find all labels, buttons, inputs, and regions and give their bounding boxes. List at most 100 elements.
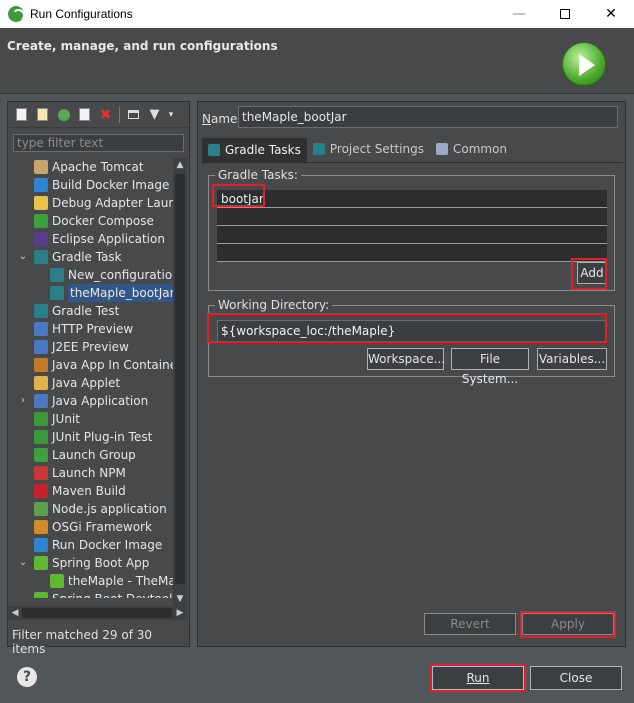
scroll-right-icon[interactable]: ▶: [173, 606, 187, 620]
tree-item[interactable]: HTTP Preview: [8, 320, 173, 338]
tree-item[interactable]: Java App In Container: [8, 356, 173, 374]
tree-item-label: Docker Compose: [52, 214, 154, 228]
export-icon: [57, 108, 70, 121]
tree-item[interactable]: Java Applet: [8, 374, 173, 392]
docker-build-icon: [34, 178, 48, 192]
task-row[interactable]: [217, 226, 607, 244]
configuration-tree: Apache Tomcat Build Docker Image Debug Ada…: [8, 158, 173, 598]
tree-item-label: Node.js application: [52, 502, 167, 516]
tab-project-settings[interactable]: Project Settings: [307, 138, 430, 160]
eclipse-icon: [34, 232, 48, 246]
osgi-icon: [34, 520, 48, 534]
gradle-tasks-icon: [208, 144, 220, 156]
close-window-button[interactable]: ✕: [588, 0, 634, 28]
name-label-mnemonic: N: [202, 112, 211, 126]
gradle-icon: [50, 286, 64, 300]
task-row[interactable]: [217, 208, 607, 226]
tree-item[interactable]: JUnit Plug-in Test: [8, 428, 173, 446]
tree-item[interactable]: J2EE Preview: [8, 338, 173, 356]
task-row[interactable]: bootJar: [217, 190, 607, 208]
run-button[interactable]: Run: [432, 666, 524, 690]
scrollbar-thumb[interactable]: [175, 174, 185, 584]
new-configuration-button[interactable]: [12, 105, 31, 124]
chevron-down-icon[interactable]: ⌄: [18, 248, 28, 266]
new-prototype-button[interactable]: [33, 105, 52, 124]
task-row[interactable]: [217, 244, 607, 262]
tree-item[interactable]: JUnit: [8, 410, 173, 428]
close-icon: ✕: [605, 6, 617, 22]
collapse-all-button[interactable]: [124, 105, 143, 124]
tree-item[interactable]: OSGi Framework: [8, 518, 173, 536]
filter-input[interactable]: [13, 134, 184, 152]
tree-item[interactable]: theMaple - TheMaple: [8, 572, 173, 590]
tree-item[interactable]: Build Docker Image: [8, 176, 173, 194]
gradle-tasks-list[interactable]: bootJar: [217, 190, 607, 262]
help-icon[interactable]: ?: [17, 667, 37, 687]
tree-item-label: Java App In Container: [52, 358, 173, 372]
tree-item[interactable]: Node.js application: [8, 500, 173, 518]
tree-item[interactable]: Launch Group: [8, 446, 173, 464]
gradle-tasks-group-title: Gradle Tasks:: [215, 168, 301, 182]
close-button[interactable]: Close: [530, 666, 622, 690]
tree-item[interactable]: Debug Adapter Launch: [8, 194, 173, 212]
scroll-left-icon[interactable]: ◀: [8, 606, 22, 620]
editor-tabs: Gradle Tasks Project Settings Common: [202, 138, 513, 162]
tab-gradle-tasks[interactable]: Gradle Tasks: [202, 138, 307, 162]
duplicate-icon: [79, 108, 90, 121]
delete-icon: ✖: [99, 106, 112, 123]
tree-item-label: Maven Build: [52, 484, 126, 498]
export-configuration-button[interactable]: [54, 105, 73, 124]
scroll-down-icon[interactable]: ▼: [173, 592, 187, 606]
tree-item[interactable]: ⌄ Gradle Task: [8, 248, 173, 266]
add-task-button[interactable]: Add: [577, 262, 607, 284]
minimize-button[interactable]: —: [496, 0, 542, 28]
tree-item-label: Gradle Task: [52, 250, 122, 264]
tree-item[interactable]: Launch NPM: [8, 464, 173, 482]
tree-item[interactable]: Docker Compose: [8, 212, 173, 230]
tree-item[interactable]: New_configuration: [8, 266, 173, 284]
tree-item-label: theMaple - TheMaple: [68, 574, 173, 588]
tab-label: Project Settings: [329, 142, 424, 156]
tree-item[interactable]: Spring Boot Devtools: [8, 590, 173, 598]
tree-vertical-scrollbar[interactable]: ▲ ▼: [173, 158, 187, 606]
tab-common[interactable]: Common: [430, 138, 513, 160]
tree-item-label: theMaple_bootJar: [68, 284, 173, 302]
delete-configuration-button[interactable]: ✖: [96, 105, 115, 124]
maximize-button[interactable]: [542, 0, 588, 28]
working-directory-group: Working Directory: ${workspace_loc:/theM…: [208, 298, 615, 386]
scrollbar-thumb[interactable]: [22, 608, 172, 618]
configuration-editor-panel: Name: theMaple_bootJar Gradle Tasks Proje…: [197, 101, 626, 647]
apply-button[interactable]: Apply: [522, 613, 614, 635]
scroll-up-icon[interactable]: ▲: [173, 158, 187, 172]
launch-group-icon: [34, 448, 48, 462]
tree-item[interactable]: Gradle Test: [8, 302, 173, 320]
file-system-button[interactable]: File System...: [451, 348, 529, 386]
java-app-icon: [34, 394, 48, 408]
tree-horizontal-scrollbar[interactable]: ◀ ▶: [8, 606, 187, 620]
tree-item[interactable]: Maven Build: [8, 482, 173, 500]
name-input[interactable]: theMaple_bootJar: [238, 106, 618, 128]
header-title: Create, manage, and run configurations: [7, 39, 278, 53]
tree-item[interactable]: theMaple_bootJar: [8, 284, 173, 302]
chevron-down-icon[interactable]: ⌄: [18, 554, 28, 572]
duplicate-configuration-button[interactable]: [75, 105, 94, 124]
npm-icon: [34, 466, 48, 480]
tree-item[interactable]: Eclipse Application: [8, 230, 173, 248]
chevron-right-icon[interactable]: ›: [18, 392, 28, 410]
workspace-button[interactable]: Workspace...: [367, 348, 445, 370]
tree-item-label: New_configuration: [68, 268, 173, 282]
new-prototype-icon: [37, 108, 48, 121]
tree-item[interactable]: ⌄ Spring Boot App: [8, 554, 173, 572]
tree-item[interactable]: Run Docker Image: [8, 536, 173, 554]
common-icon: [435, 143, 448, 155]
tree-item-label: Gradle Test: [52, 304, 120, 318]
name-label-text: ame:: [210, 112, 242, 126]
tree-item[interactable]: › Java Application: [8, 392, 173, 410]
view-menu-button[interactable]: ▾: [166, 105, 176, 124]
tree-item-label: Java Applet: [52, 376, 121, 390]
filter-button[interactable]: ▼: [145, 105, 164, 124]
revert-button[interactable]: Revert: [424, 613, 516, 635]
tree-item[interactable]: Apache Tomcat: [8, 158, 173, 176]
working-directory-input[interactable]: ${workspace_loc:/theMaple}: [217, 320, 607, 342]
variables-button[interactable]: Variables...: [537, 348, 607, 370]
